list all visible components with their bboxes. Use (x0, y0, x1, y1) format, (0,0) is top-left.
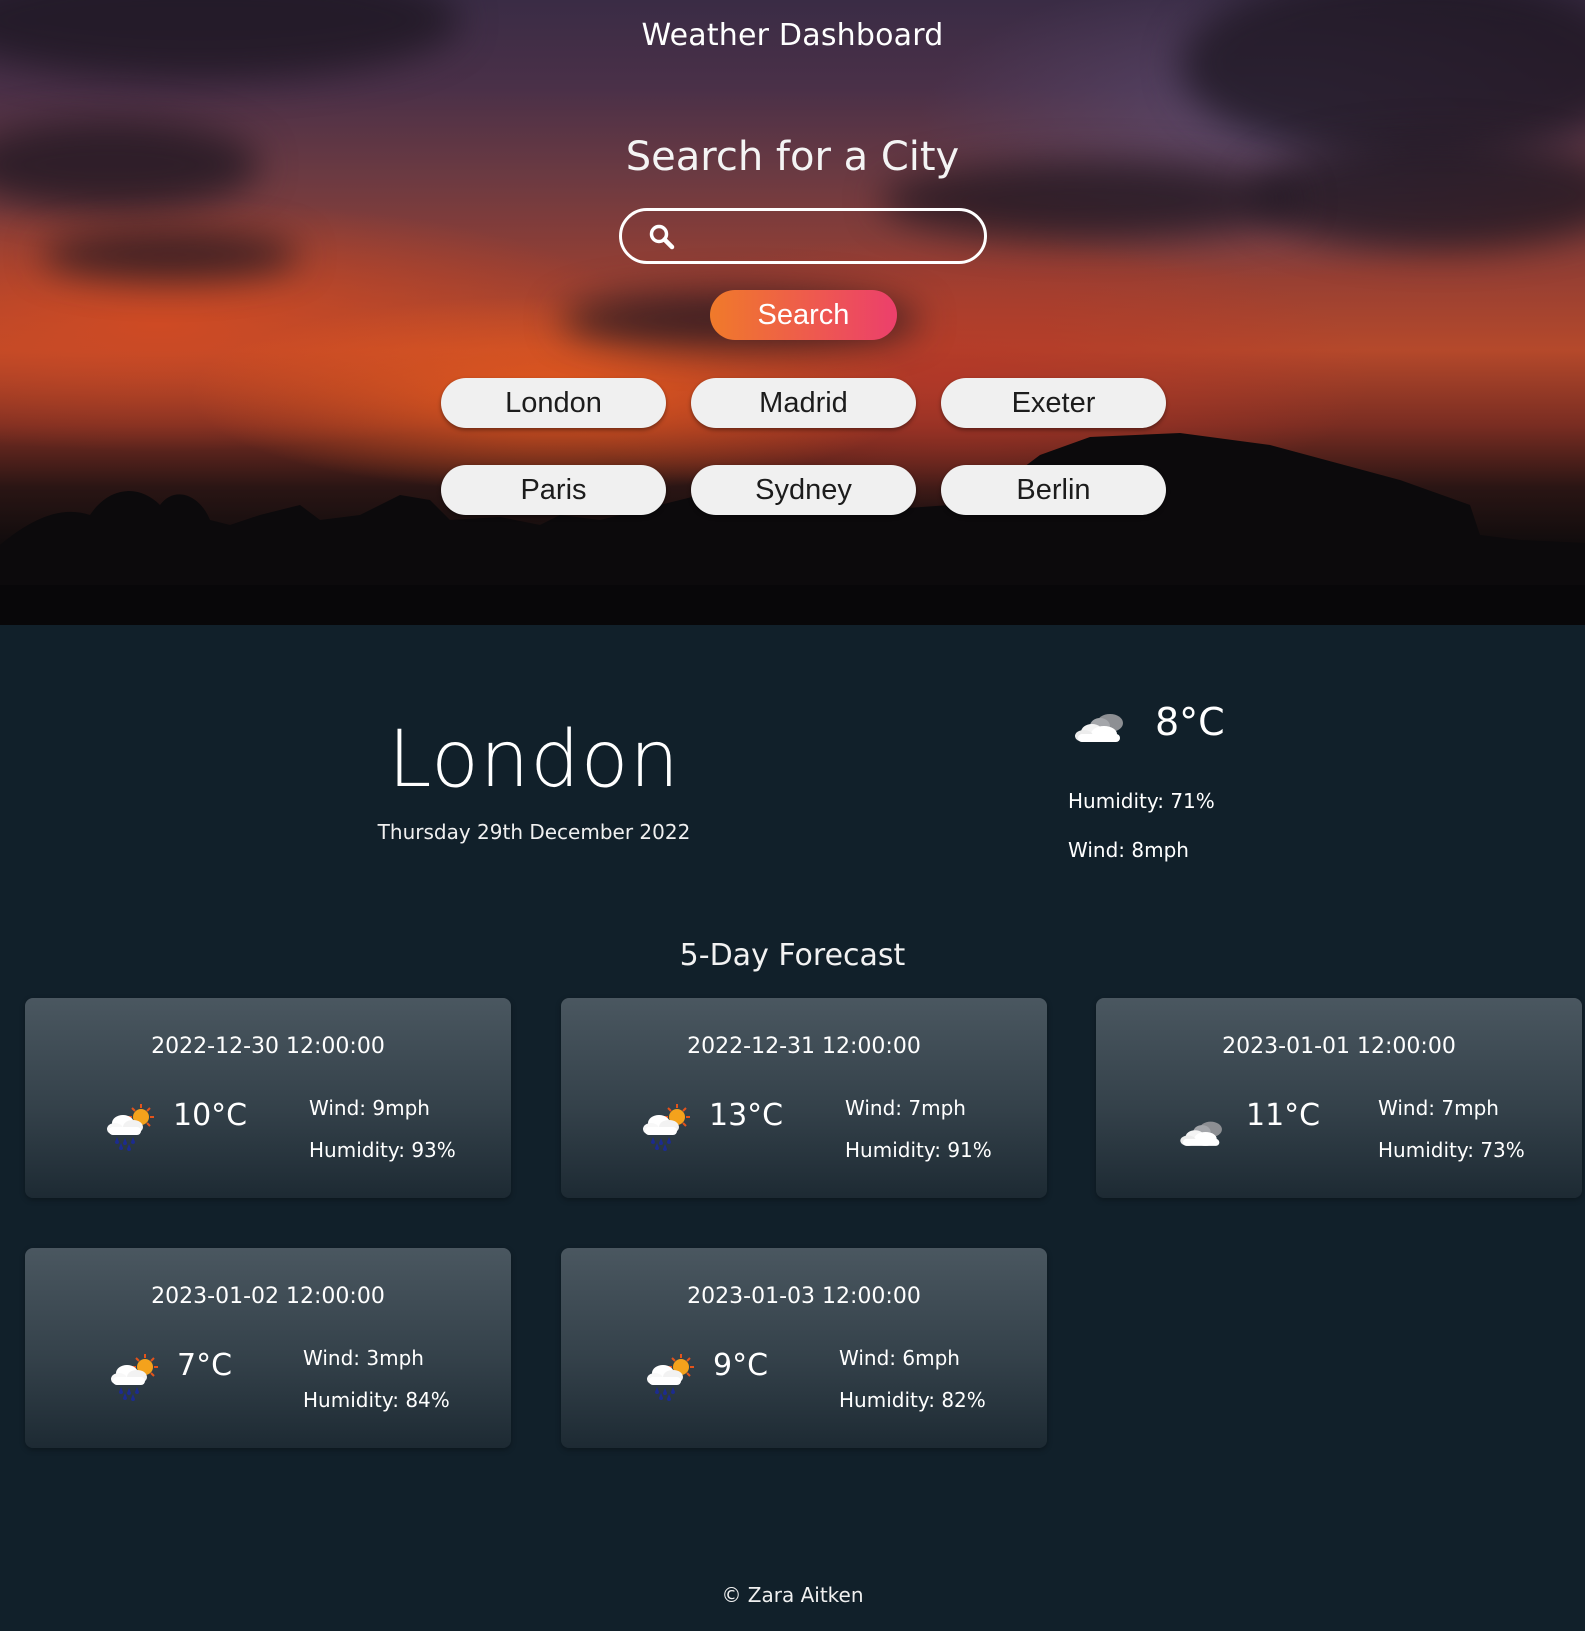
search-heading: Search for a City (625, 134, 960, 180)
city-button-sydney[interactable]: Sydney (691, 465, 916, 515)
forecast-heading: 5-Day Forecast (679, 938, 906, 973)
forecast-wind: Wind: 7mph (845, 1096, 966, 1120)
forecast-date: 2022-12-30 12:00:00 (151, 1034, 385, 1059)
rain-sun-icon (643, 1104, 690, 1151)
cloudy-icon (1180, 1121, 1222, 1146)
forecast-temperature: 9°C (713, 1348, 769, 1383)
hero-banner: Weather Dashboard Search for a City Sear… (0, 0, 1585, 625)
forecast-date: 2023-01-02 12:00:00 (151, 1284, 385, 1309)
rain-sun-icon (107, 1104, 154, 1151)
forecast-card: 2023-01-01 12:00:00 11°C Wind: 7mph Humi… (1096, 998, 1582, 1198)
cloudy-icon (1075, 714, 1123, 742)
footer-copyright: © Zara Aitken (721, 1583, 864, 1607)
site-title: Weather Dashboard (641, 18, 944, 53)
city-button-madrid[interactable]: Madrid (691, 378, 916, 428)
forecast-temperature: 10°C (173, 1098, 248, 1133)
forecast-date: 2023-01-01 12:00:00 (1222, 1034, 1456, 1059)
forecast-temperature: 13°C (709, 1098, 784, 1133)
forecast-wind: Wind: 3mph (303, 1346, 424, 1370)
search-icon (649, 224, 675, 250)
forecast-humidity: Humidity: 93% (309, 1138, 456, 1162)
forecast-date: 2023-01-03 12:00:00 (687, 1284, 921, 1309)
forecast-humidity: Humidity: 91% (845, 1138, 992, 1162)
city-button-exeter[interactable]: Exeter (941, 378, 1166, 428)
forecast-wind: Wind: 6mph (839, 1346, 960, 1370)
forecast-card: 2022-12-30 12:00:00 10°C Wind: 9mph Humi… (25, 998, 511, 1198)
forecast-temperature: 11°C (1246, 1098, 1321, 1133)
current-city-name: London (388, 715, 680, 805)
current-date: Thursday 29th December 2022 (377, 820, 691, 844)
forecast-wind: Wind: 9mph (309, 1096, 430, 1120)
current-wind: Wind: 8mph (1068, 838, 1189, 862)
current-humidity: Humidity: 71% (1068, 789, 1215, 813)
search-field[interactable] (619, 208, 987, 264)
forecast-card: 2023-01-02 12:00:00 7°C Wind: 3mph Humid… (25, 1248, 511, 1448)
city-button-london[interactable]: London (441, 378, 666, 428)
current-temperature: 8°C (1155, 700, 1225, 744)
city-button-berlin[interactable]: Berlin (941, 465, 1166, 515)
forecast-card: 2022-12-31 12:00:00 13°C Wind: 7mph Humi… (561, 998, 1047, 1198)
forecast-wind: Wind: 7mph (1378, 1096, 1499, 1120)
search-input[interactable] (688, 217, 972, 257)
forecast-humidity: Humidity: 82% (839, 1388, 986, 1412)
forecast-card: 2023-01-03 12:00:00 9°C Wind: 6mph Humid… (561, 1248, 1047, 1448)
forecast-humidity: Humidity: 73% (1378, 1138, 1525, 1162)
forecast-temperature: 7°C (177, 1348, 233, 1383)
search-button[interactable]: Search (710, 290, 897, 340)
forecast-humidity: Humidity: 84% (303, 1388, 450, 1412)
forecast-date: 2022-12-31 12:00:00 (687, 1034, 921, 1059)
skyline-silhouette (0, 433, 1585, 625)
rain-sun-icon (111, 1354, 158, 1401)
hero-cloud (40, 230, 300, 280)
rain-sun-icon (647, 1354, 694, 1401)
city-button-paris[interactable]: Paris (441, 465, 666, 515)
